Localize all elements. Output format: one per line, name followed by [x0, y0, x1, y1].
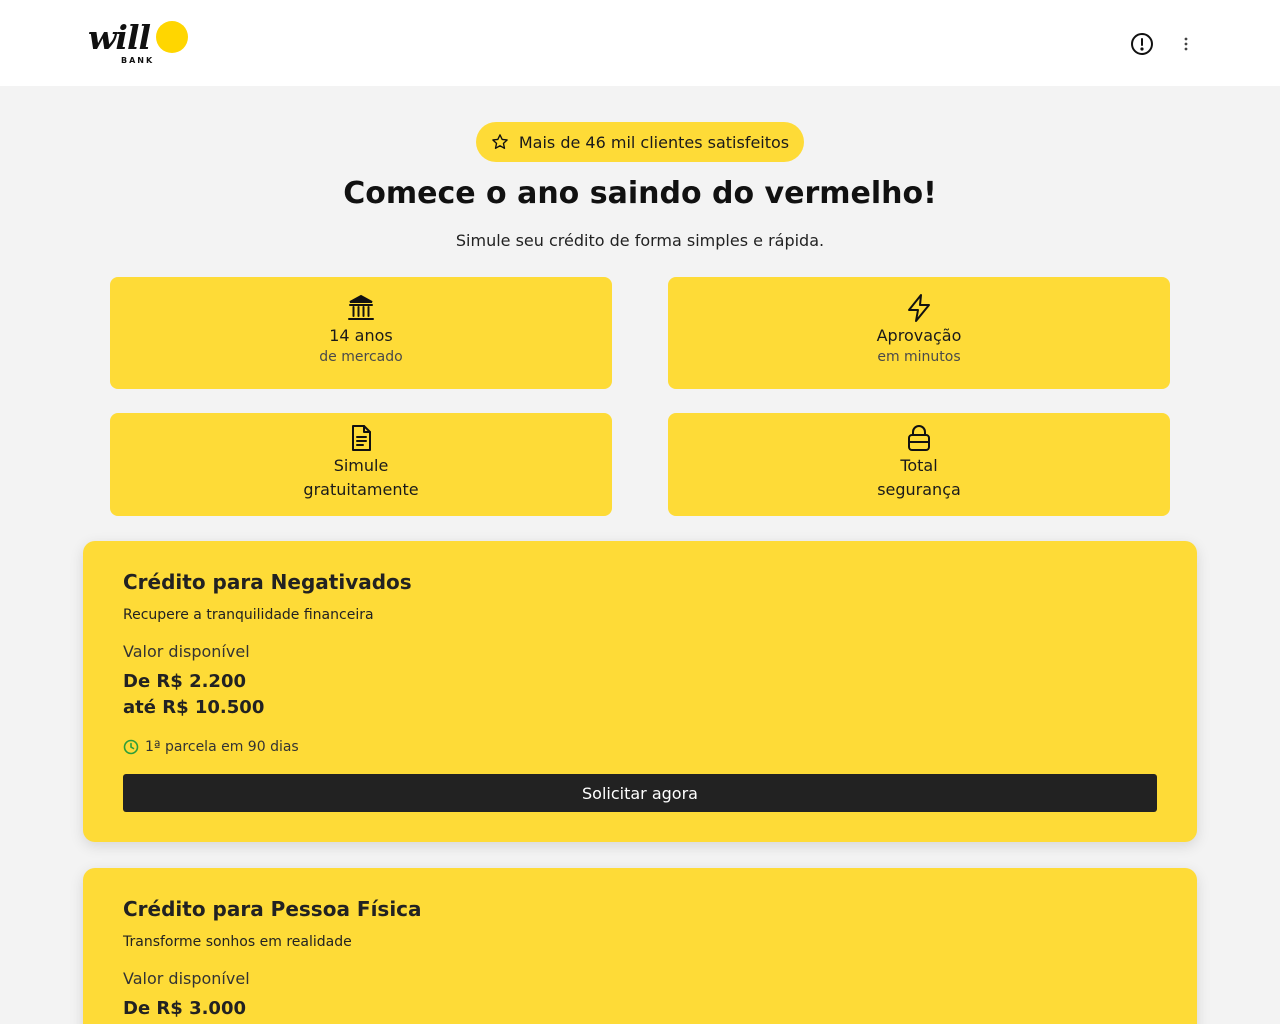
- willbank-logo[interactable]: will BANK: [88, 18, 198, 70]
- feature-line-2: gratuitamente: [303, 480, 419, 499]
- satisfied-clients-badge: Mais de 46 mil clientes satisfeitos: [476, 122, 804, 162]
- alert-circle-icon[interactable]: [1130, 32, 1154, 56]
- page-subtitle: Simule seu crédito de forma simples e rá…: [455, 231, 825, 250]
- card-amount-from: De R$ 2.200: [123, 671, 247, 692]
- lock-icon: [908, 425, 930, 451]
- feature-tile-simulate: Simule gratuitamente: [110, 413, 612, 516]
- lightning-icon: [908, 294, 930, 322]
- card-amount-to: até R$ 10.500: [123, 697, 265, 718]
- card-description: Recupere a tranquilidade financeira: [123, 607, 374, 623]
- logo-subtitle: BANK: [121, 56, 155, 65]
- card-value-label: Valor disponível: [123, 642, 250, 661]
- feature-sub-text: de mercado: [319, 349, 403, 365]
- card-value-label: Valor disponível: [123, 969, 250, 988]
- bank-icon: [348, 294, 374, 320]
- feature-tile-security: Total segurança: [668, 413, 1170, 516]
- page-title: Comece o ano saindo do vermelho!: [343, 176, 937, 211]
- badge-text: Mais de 46 mil clientes satisfeitos: [518, 132, 790, 152]
- card-title: Crédito para Pessoa Física: [123, 897, 422, 921]
- document-icon: [352, 425, 371, 451]
- card-description: Transforme sonhos em realidade: [123, 934, 352, 950]
- feature-tile-years: 14 anos de mercado: [110, 277, 612, 389]
- star-icon: [492, 134, 508, 149]
- more-vertical-icon[interactable]: [1176, 32, 1196, 56]
- card-title: Crédito para Negativados: [123, 570, 412, 594]
- card-amount-from: De R$ 3.000: [123, 998, 247, 1019]
- feature-line-1: Total: [900, 456, 938, 475]
- credit-card-negativados: Crédito para Negativados Recupere a tran…: [83, 541, 1197, 842]
- feature-line-2: segurança: [877, 480, 961, 499]
- credit-card-pessoa-fisica: Crédito para Pessoa Física Transforme so…: [83, 868, 1197, 1024]
- feature-tile-approval: Aprovação em minutos: [668, 277, 1170, 389]
- feature-main-text: Aprovação: [876, 326, 962, 345]
- card-note-text: 1ª parcela em 90 dias: [145, 739, 299, 755]
- feature-main-text: 14 anos: [329, 326, 393, 345]
- logo-yellow-dot: [156, 21, 188, 53]
- feature-line-1: Simule: [333, 456, 389, 475]
- request-now-button[interactable]: Solicitar agora: [123, 774, 1157, 812]
- logo-wordmark: will: [88, 18, 151, 57]
- feature-sub-text: em minutos: [877, 349, 961, 365]
- top-header: will BANK: [0, 0, 1280, 86]
- clock-icon: [123, 739, 139, 755]
- card-installment-note: 1ª parcela em 90 dias: [123, 737, 1157, 757]
